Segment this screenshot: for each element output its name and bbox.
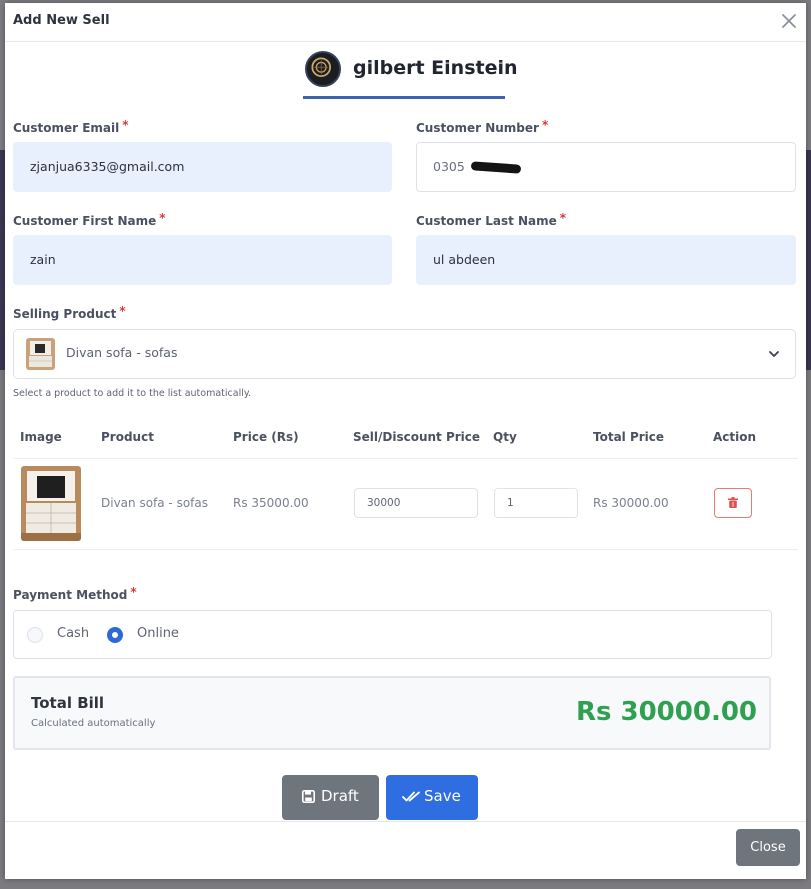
- row-product: Divan sofa - sofas: [101, 496, 209, 510]
- qty-input[interactable]: 1: [494, 488, 578, 518]
- col-header-product: Product: [101, 430, 154, 444]
- product-image: [21, 466, 81, 541]
- total-bill-amount: Rs 30000.00: [575, 697, 757, 727]
- total-bill-title: Total Bill: [31, 694, 105, 712]
- last-name-field[interactable]: ul abdeen: [416, 235, 796, 285]
- first-name-label: Customer First Name *: [13, 211, 166, 228]
- trash-icon: [728, 497, 738, 508]
- payment-method-label: Payment Method *: [13, 585, 137, 602]
- close-icon[interactable]: [780, 12, 798, 30]
- cash-radio[interactable]: [27, 627, 43, 643]
- col-header-sell-price: Sell/Discount Price: [353, 430, 481, 444]
- modal-title: Add New Sell: [13, 13, 110, 28]
- customer-email-field[interactable]: zjanjua6335@gmail.com: [13, 142, 392, 192]
- save-button-label: Save: [424, 787, 461, 805]
- product-thumbnail-icon: [26, 338, 55, 370]
- col-header-image: Image: [20, 430, 62, 444]
- selling-product-label: Selling Product *: [13, 304, 126, 321]
- col-header-action: Action: [713, 430, 757, 444]
- delete-row-button[interactable]: [714, 488, 752, 518]
- row-price: Rs 35000.00: [233, 496, 309, 510]
- sell-price-input[interactable]: 30000: [354, 488, 478, 518]
- selling-product-select[interactable]: Divan sofa - sofas: [13, 329, 796, 379]
- first-name-field[interactable]: zain: [13, 235, 392, 285]
- shop-name: gilbert Einstein: [353, 57, 518, 79]
- cash-radio-label[interactable]: Cash: [57, 626, 89, 641]
- row-total: Rs 30000.00: [593, 496, 669, 510]
- chevron-down-icon: [769, 351, 779, 357]
- close-button[interactable]: Close: [736, 829, 800, 866]
- online-radio-label[interactable]: Online: [137, 626, 179, 641]
- customer-number-label: Customer Number *: [416, 118, 549, 135]
- shop-underline: [303, 96, 505, 99]
- col-header-total: Total Price: [593, 430, 665, 444]
- col-header-qty: Qty: [493, 430, 517, 444]
- online-radio[interactable]: [107, 627, 123, 643]
- total-bill-card: Total Bill Calculated automatically Rs 3…: [13, 676, 771, 750]
- total-bill-subtitle: Calculated automatically: [31, 718, 156, 729]
- selling-product-hint: Select a product to add it to the list a…: [13, 388, 252, 399]
- save-button[interactable]: Save: [386, 775, 478, 820]
- add-sell-modal: Add New Sell gilbert Einstein Customer E…: [5, 3, 806, 879]
- last-name-label: Customer Last Name *: [416, 211, 567, 228]
- shop-header: gilbert Einstein: [303, 49, 518, 99]
- modal-header: Add New Sell: [5, 3, 806, 42]
- table-header-divider: [13, 458, 798, 459]
- customer-email-label: Customer Email *: [13, 118, 129, 135]
- modal-footer-divider: [5, 821, 806, 822]
- table-row-divider: [13, 549, 798, 550]
- double-check-icon: [402, 791, 420, 802]
- floppy-disk-icon: [302, 790, 315, 803]
- shop-logo-icon: [305, 51, 341, 87]
- draft-button-label: Draft: [321, 787, 359, 805]
- col-header-price: Price (Rs): [233, 430, 299, 444]
- payment-method-group: Cash Online: [13, 610, 772, 659]
- draft-button[interactable]: Draft: [282, 775, 379, 820]
- selling-product-value: Divan sofa - sofas: [66, 345, 178, 360]
